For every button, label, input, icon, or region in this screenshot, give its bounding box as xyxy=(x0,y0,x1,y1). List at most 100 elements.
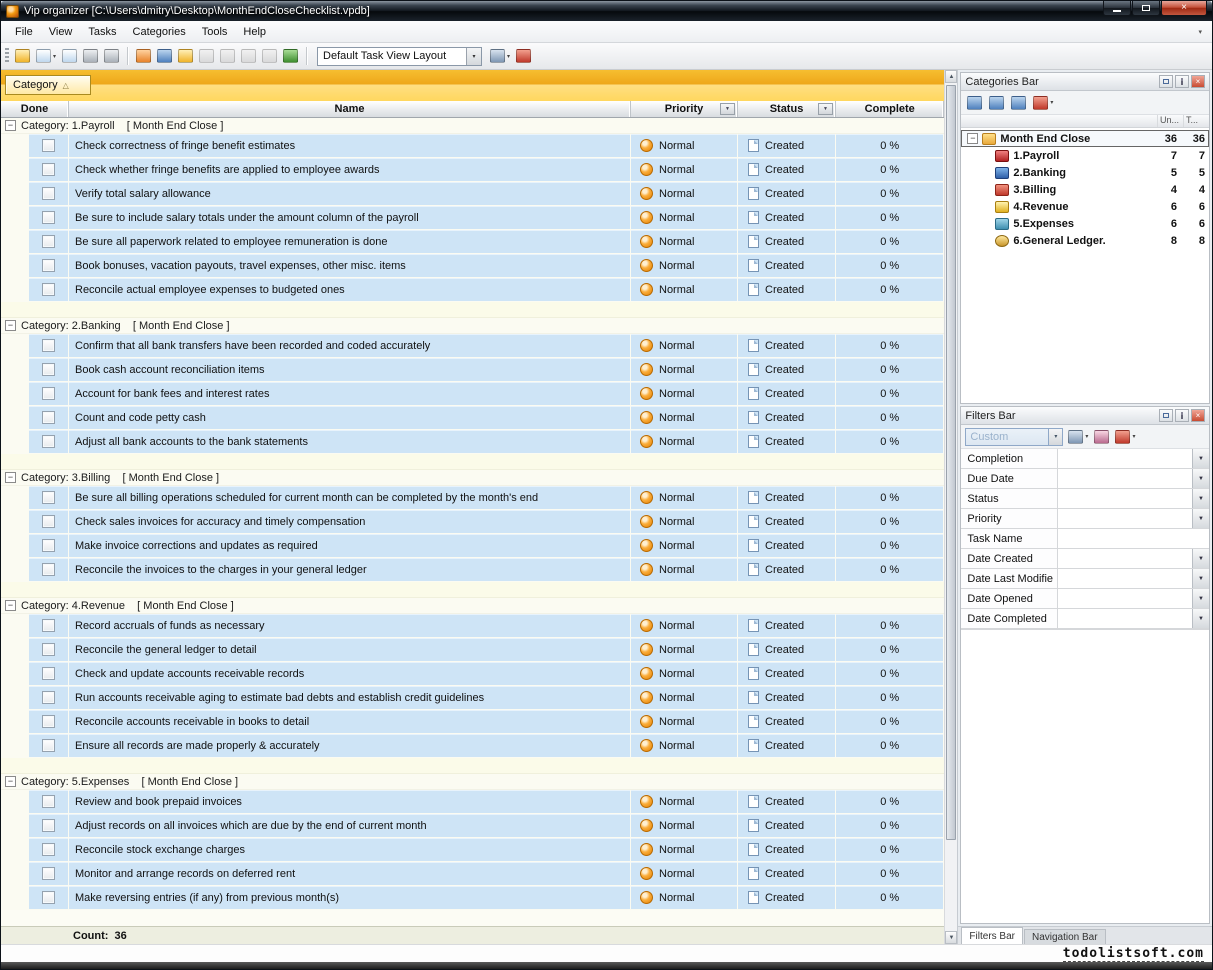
task-done-checkbox[interactable] xyxy=(42,515,55,528)
new-item-button[interactable]: ▾ xyxy=(34,47,58,65)
column-header-done[interactable]: Done xyxy=(1,101,69,117)
collapse-tree-icon[interactable]: − xyxy=(967,133,978,144)
scrollbar-thumb[interactable] xyxy=(946,85,956,840)
task-row[interactable]: Be sure all billing operations scheduled… xyxy=(1,486,944,510)
task-done-checkbox[interactable] xyxy=(42,211,55,224)
grid-vertical-scrollbar[interactable]: ▲ ▼ xyxy=(944,70,957,944)
filter-value-field[interactable]: ▼ xyxy=(1058,469,1209,488)
collapse-group-icon[interactable]: − xyxy=(5,776,16,787)
category-item-4-revenue[interactable]: 4.Revenue66 xyxy=(961,198,1209,215)
task-done-checkbox[interactable] xyxy=(42,819,55,832)
filter-value-field[interactable]: ▼ xyxy=(1058,449,1209,468)
filter-value-field[interactable]: ▼ xyxy=(1058,509,1209,528)
scroll-down-icon[interactable]: ▼ xyxy=(945,931,957,944)
task-done-checkbox[interactable] xyxy=(42,163,55,176)
task-done-checkbox[interactable] xyxy=(42,667,55,680)
task-row[interactable]: Book cash account reconciliation itemsNo… xyxy=(1,358,944,382)
filter-value-field[interactable]: ▼ xyxy=(1058,609,1209,628)
task-done-checkbox[interactable] xyxy=(42,283,55,296)
task-row[interactable]: Be sure to include salary totals under t… xyxy=(1,206,944,230)
task-row[interactable]: Check whether fringe benefits are applie… xyxy=(1,158,944,182)
dropdown-arrow-icon[interactable]: ▾ xyxy=(507,53,510,60)
layout-combo[interactable]: Default Task View Layout ▾ xyxy=(317,47,482,66)
task-row[interactable]: Be sure all paperwork related to employe… xyxy=(1,230,944,254)
move-up-button[interactable] xyxy=(197,47,216,65)
group-header-row[interactable]: −Category: 5.Expenses [ Month End Close … xyxy=(1,774,944,790)
new-category-button[interactable] xyxy=(965,94,984,112)
task-row[interactable]: Adjust records on all invoices which are… xyxy=(1,814,944,838)
edit-task-button[interactable] xyxy=(134,47,153,65)
panel-pin-button[interactable] xyxy=(1175,75,1189,88)
save-button[interactable] xyxy=(60,47,79,65)
task-done-checkbox[interactable] xyxy=(42,387,55,400)
filter-value-field[interactable]: ▼ xyxy=(1058,589,1209,608)
task-done-checkbox[interactable] xyxy=(42,619,55,632)
paste-button[interactable] xyxy=(260,47,279,65)
filter-dropdown-button[interactable]: ▼ xyxy=(1192,509,1209,528)
filter-value-field[interactable]: ▼ xyxy=(1058,549,1209,568)
task-done-checkbox[interactable] xyxy=(42,795,55,808)
menu-item-tasks[interactable]: Tasks xyxy=(80,23,124,41)
task-done-checkbox[interactable] xyxy=(42,739,55,752)
tab-filters-bar[interactable]: Filters Bar xyxy=(961,927,1023,944)
task-done-checkbox[interactable] xyxy=(42,539,55,552)
maximize-button[interactable] xyxy=(1132,1,1160,16)
category-item-5-expenses[interactable]: 5.Expenses66 xyxy=(961,215,1209,232)
filter-dropdown-button[interactable]: ▼ xyxy=(1192,449,1209,468)
filter-dropdown-button[interactable]: ▼ xyxy=(1192,569,1209,588)
clear-filter-button[interactable] xyxy=(1092,428,1111,446)
menu-item-file[interactable]: File xyxy=(7,23,41,41)
filter-value-field[interactable]: ▼ xyxy=(1058,489,1209,508)
print-button[interactable] xyxy=(81,47,100,65)
tab-navigation-bar[interactable]: Navigation Bar xyxy=(1024,929,1106,944)
menu-item-tools[interactable]: Tools xyxy=(194,23,236,41)
uncompleted-column-header[interactable]: Un... xyxy=(1157,115,1183,127)
panel-pin-button[interactable] xyxy=(1175,409,1189,422)
task-done-checkbox[interactable] xyxy=(42,259,55,272)
combo-dropdown-icon[interactable]: ▾ xyxy=(466,48,481,65)
panel-close-button[interactable]: × xyxy=(1191,409,1205,422)
task-row[interactable]: Reconcile stock exchange chargesNormalCr… xyxy=(1,838,944,862)
task-row[interactable]: Count and code petty cashNormalCreated0 … xyxy=(1,406,944,430)
task-done-checkbox[interactable] xyxy=(42,363,55,376)
group-header-row[interactable]: −Category: 3.Billing [ Month End Close ] xyxy=(1,470,944,486)
category-item-month-end-close[interactable]: −Month End Close3636 xyxy=(961,130,1209,147)
group-header-row[interactable]: −Category: 4.Revenue [ Month End Close ] xyxy=(1,598,944,614)
menu-item-view[interactable]: View xyxy=(41,23,81,41)
menu-overflow-icon[interactable]: ▾ xyxy=(1198,28,1206,36)
collapse-group-icon[interactable]: − xyxy=(5,472,16,483)
copy-button[interactable] xyxy=(239,47,258,65)
customize-view-button[interactable]: ▾ xyxy=(488,47,512,65)
filter-dropdown-button[interactable]: ▼ xyxy=(1192,549,1209,568)
column-header-priority[interactable]: Priority ▼ xyxy=(631,101,738,117)
menu-item-help[interactable]: Help xyxy=(235,23,274,41)
task-row[interactable]: Reconcile the general ledger to detailNo… xyxy=(1,638,944,662)
task-done-checkbox[interactable] xyxy=(42,411,55,424)
filter-preset-combo[interactable]: Custom ▾ xyxy=(965,428,1063,446)
task-row[interactable]: Monitor and arrange records on deferred … xyxy=(1,862,944,886)
dropdown-arrow-icon[interactable]: ▾ xyxy=(53,53,56,60)
task-done-checkbox[interactable] xyxy=(42,715,55,728)
dropdown-arrow-icon[interactable]: ▾ xyxy=(1050,99,1053,106)
delete-category-button[interactable]: ▾ xyxy=(1031,94,1055,112)
filter-dropdown-button[interactable]: ▼ xyxy=(1192,489,1209,508)
task-row[interactable]: Account for bank fees and interest rates… xyxy=(1,382,944,406)
column-header-name[interactable]: Name xyxy=(69,101,631,117)
filter-dropdown-button[interactable]: ▼ xyxy=(1192,469,1209,488)
new-database-button[interactable] xyxy=(13,47,32,65)
panel-maximize-button[interactable] xyxy=(1159,75,1173,88)
filter-value-field[interactable] xyxy=(1058,529,1209,548)
menu-item-categories[interactable]: Categories xyxy=(125,23,194,41)
task-row[interactable]: Check and update accounts receivable rec… xyxy=(1,662,944,686)
new-subcategory-button[interactable] xyxy=(987,94,1006,112)
task-done-checkbox[interactable] xyxy=(42,643,55,656)
filter-value-field[interactable]: ▼ xyxy=(1058,569,1209,588)
toolbar-drag-handle-icon[interactable] xyxy=(5,48,9,64)
task-done-checkbox[interactable] xyxy=(42,139,55,152)
task-done-checkbox[interactable] xyxy=(42,235,55,248)
task-row[interactable]: Reconcile the invoices to the charges in… xyxy=(1,558,944,582)
combo-dropdown-icon[interactable]: ▾ xyxy=(1048,429,1062,445)
minimize-button[interactable] xyxy=(1103,1,1131,16)
print-preview-button[interactable] xyxy=(102,47,121,65)
total-column-header[interactable]: T... xyxy=(1183,115,1209,127)
